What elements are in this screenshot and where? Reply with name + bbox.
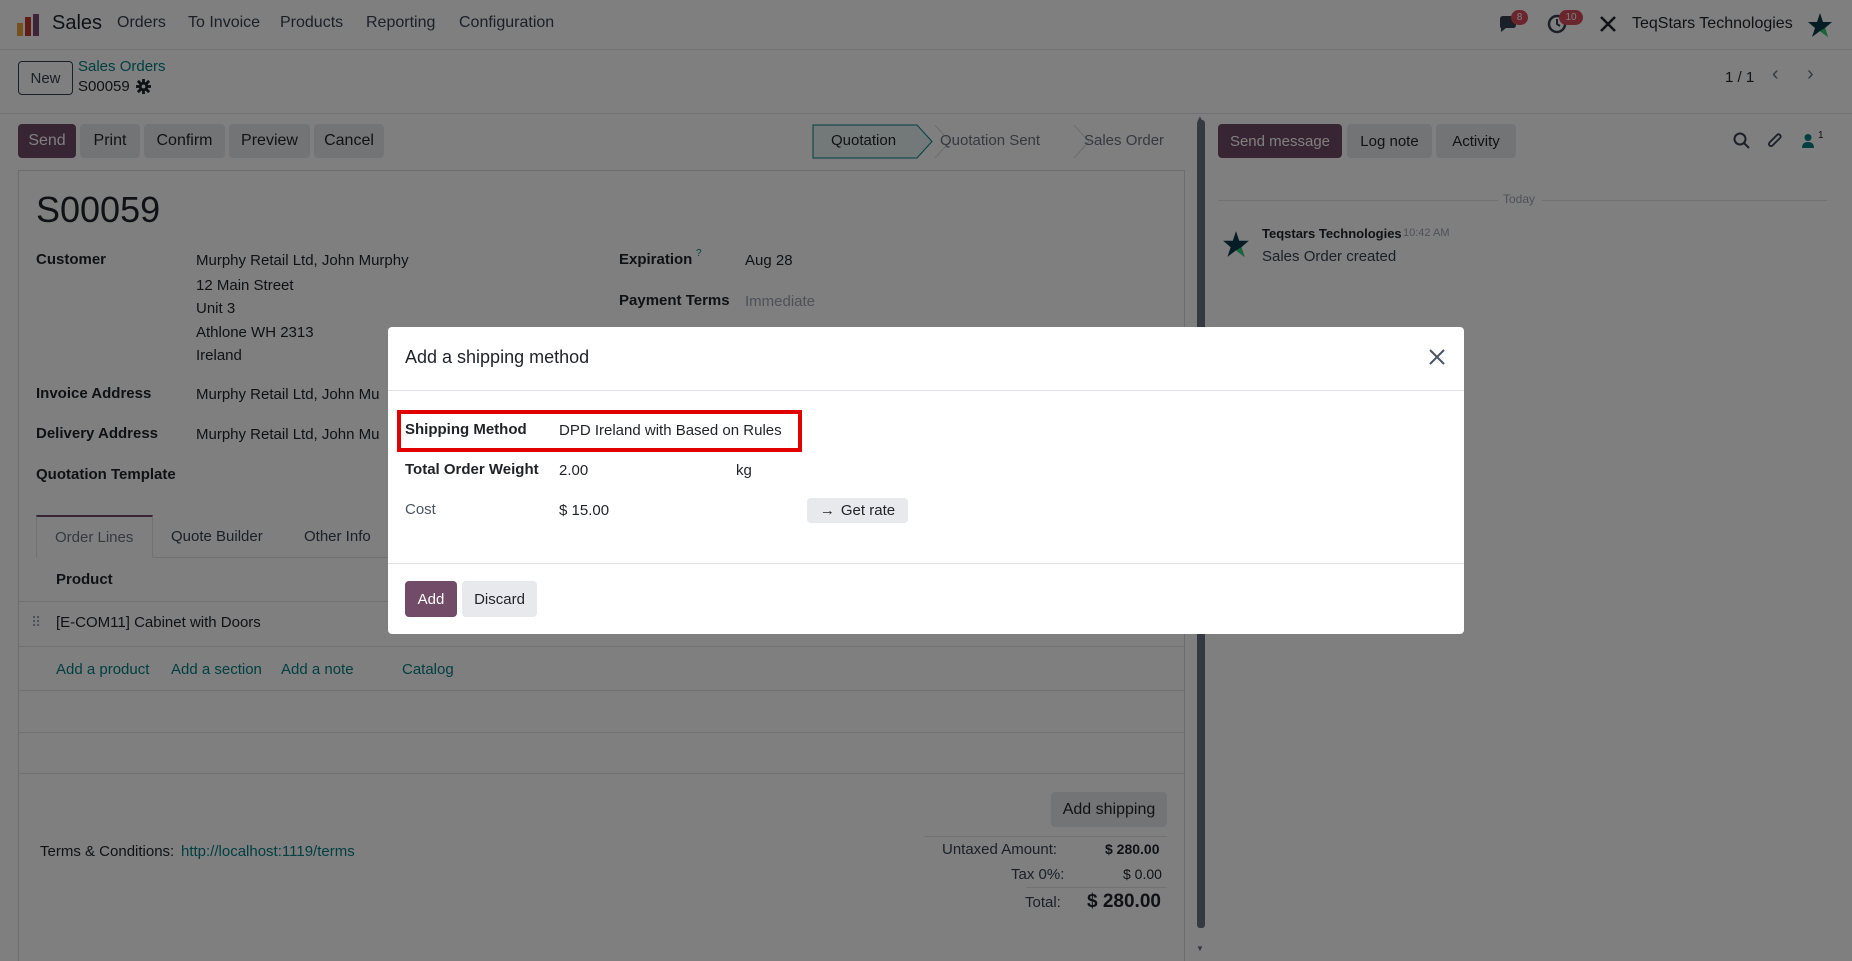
cost-label: Cost [405, 501, 436, 518]
add-button[interactable]: Add [405, 581, 457, 617]
shipping-method-field[interactable]: DPD Ireland with Based on Rules [559, 422, 782, 439]
get-rate-button[interactable]: → Get rate [807, 498, 908, 523]
weight-unit: kg [736, 462, 752, 479]
get-rate-label: Get rate [840, 502, 896, 519]
dialog-title: Add a shipping method [405, 347, 590, 367]
total-weight-value[interactable]: 2.00 [559, 462, 588, 479]
total-weight-label: Total Order Weight [405, 461, 539, 478]
discard-button[interactable]: Discard [462, 581, 537, 617]
arrow-right-icon: → [819, 502, 835, 519]
shipping-method-dialog: Add a shipping method Shipping Method DP… [388, 327, 1464, 634]
cost-value: $ 15.00 [559, 502, 610, 519]
close-icon[interactable] [1428, 348, 1446, 366]
shipping-method-label: Shipping Method [405, 421, 527, 438]
